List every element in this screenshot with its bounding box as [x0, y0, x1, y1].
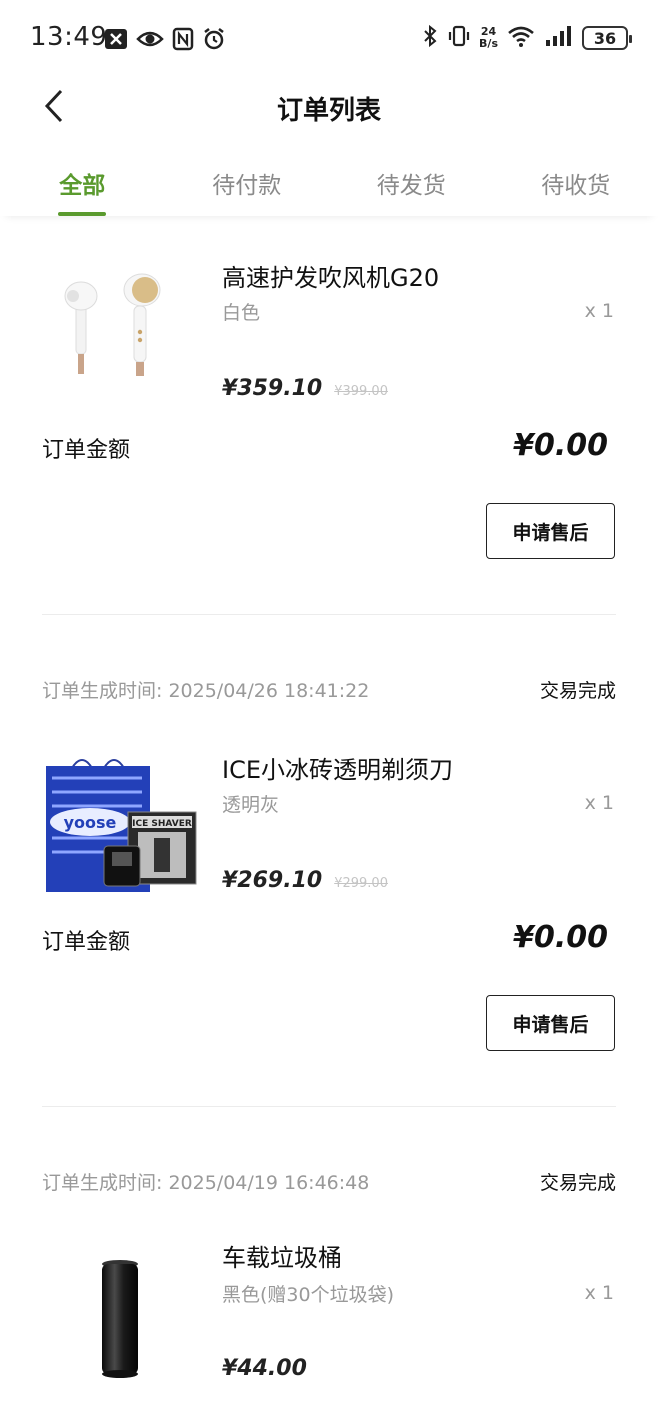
original-price: ¥399.00 — [334, 384, 388, 399]
nfc-icon — [172, 27, 194, 51]
order-status: 交易完成 — [539, 1172, 616, 1194]
order-amount-label: 订单金额 — [42, 930, 131, 955]
order-amount-label: 订单金额 — [42, 438, 131, 463]
car-trash-can-icon — [42, 1240, 202, 1400]
tab-label: 全部 — [59, 173, 106, 199]
bluetooth-icon — [421, 24, 439, 52]
product-spec: 透明灰 — [222, 794, 280, 816]
hair-dryer-icon — [42, 256, 202, 416]
after-sale-button[interactable]: 申请售后 — [486, 503, 615, 559]
product-name: 高速护发吹风机G20 — [222, 264, 440, 292]
net-speed: 24 B/s — [479, 26, 498, 50]
order-created-label: 订单生成时间: — [42, 1172, 163, 1194]
tab-active-indicator — [58, 212, 107, 216]
price-row: ¥359.10 ¥399.00 — [222, 376, 388, 401]
status-bar: 13:49 24 B/s 36 — [0, 0, 658, 78]
page-title: 订单列表 — [276, 96, 381, 126]
product-quantity: x 1 — [584, 300, 614, 322]
divider — [42, 1106, 616, 1107]
order-amount: ¥0.00 — [513, 920, 608, 955]
tab-label: 待发货 — [376, 173, 446, 199]
order-created-value: 2025/04/26 18:41:22 — [168, 680, 370, 702]
eye-icon — [136, 27, 164, 51]
order-created-time: 订单生成时间: 2025/04/26 18:41:22 — [42, 676, 369, 703]
order-tabs: 全部 待付款 待发货 待收货 — [0, 150, 658, 216]
divider — [42, 614, 616, 615]
alarm-icon — [202, 27, 226, 51]
vibrate-icon — [447, 24, 471, 52]
order-product[interactable]: 车载垃圾桶 黑色(赠30个垃圾袋) x 1 ¥44.00 — [0, 1218, 658, 1398]
tab-pending-shipment[interactable]: 待发货 — [329, 150, 494, 216]
order-created-value: 2025/04/19 16:46:48 — [168, 1172, 370, 1194]
tab-all[interactable]: 全部 — [0, 150, 165, 216]
after-sale-button[interactable]: 申请售后 — [486, 995, 615, 1051]
order-status: 交易完成 — [539, 680, 616, 702]
wifi-icon — [506, 24, 536, 52]
product-price: ¥269.10 — [222, 868, 323, 893]
product-price: ¥44.00 — [222, 1356, 307, 1381]
order-header: 订单生成时间: 2025/04/19 16:46:48 交易完成 — [42, 1168, 616, 1198]
product-quantity: x 1 — [584, 1282, 614, 1304]
box-brand-text: ICE SHAVER — [132, 819, 192, 829]
tab-pending-payment[interactable]: 待付款 — [165, 150, 330, 216]
price-row: ¥269.10 ¥299.00 — [222, 868, 388, 893]
close-box-icon — [104, 27, 128, 51]
product-name: 车载垃圾桶 — [222, 1244, 342, 1272]
product-quantity: x 1 — [584, 792, 614, 814]
tab-label: 待付款 — [212, 173, 282, 199]
status-time: 13:49 — [30, 22, 108, 52]
order-product[interactable]: 高速护发吹风机G20 白色 x 1 ¥359.10 ¥399.00 — [0, 234, 658, 414]
order-created-time: 订单生成时间: 2025/04/19 16:46:48 — [42, 1168, 369, 1195]
shaver-box-icon: yoose ICE SHAVER — [42, 748, 202, 908]
battery-indicator: 36 — [582, 26, 632, 50]
product-spec: 黑色(赠30个垃圾袋) — [222, 1284, 395, 1306]
product-name: ICE小冰砖透明剃须刀 — [222, 756, 453, 784]
original-price: ¥299.00 — [334, 876, 388, 891]
order-product[interactable]: yoose ICE SHAVER ICE小冰砖透明剃须刀 透明灰 x 1 ¥26… — [0, 726, 658, 906]
tab-pending-receipt[interactable]: 待收货 — [494, 150, 658, 216]
order-header: 订单生成时间: 2025/04/26 18:41:22 交易完成 — [42, 676, 616, 706]
bag-brand-text: yoose — [64, 813, 117, 832]
status-left-icons — [104, 27, 226, 51]
price-row: ¥44.00 — [222, 1356, 307, 1381]
order-amount: ¥0.00 — [513, 428, 608, 463]
product-spec: 白色 — [222, 302, 261, 324]
product-price: ¥359.10 — [222, 376, 323, 401]
nav-bar: 订单列表 — [0, 78, 658, 138]
net-speed-unit: B/s — [479, 37, 498, 50]
status-right-icons: 24 B/s 36 — [421, 24, 632, 52]
order-list: 高速护发吹风机G20 白色 x 1 ¥359.10 ¥399.00 订单金额 ¥… — [0, 216, 658, 1416]
order-created-label: 订单生成时间: — [42, 680, 163, 702]
tab-label: 待收货 — [541, 173, 611, 199]
signal-icon — [544, 24, 574, 52]
